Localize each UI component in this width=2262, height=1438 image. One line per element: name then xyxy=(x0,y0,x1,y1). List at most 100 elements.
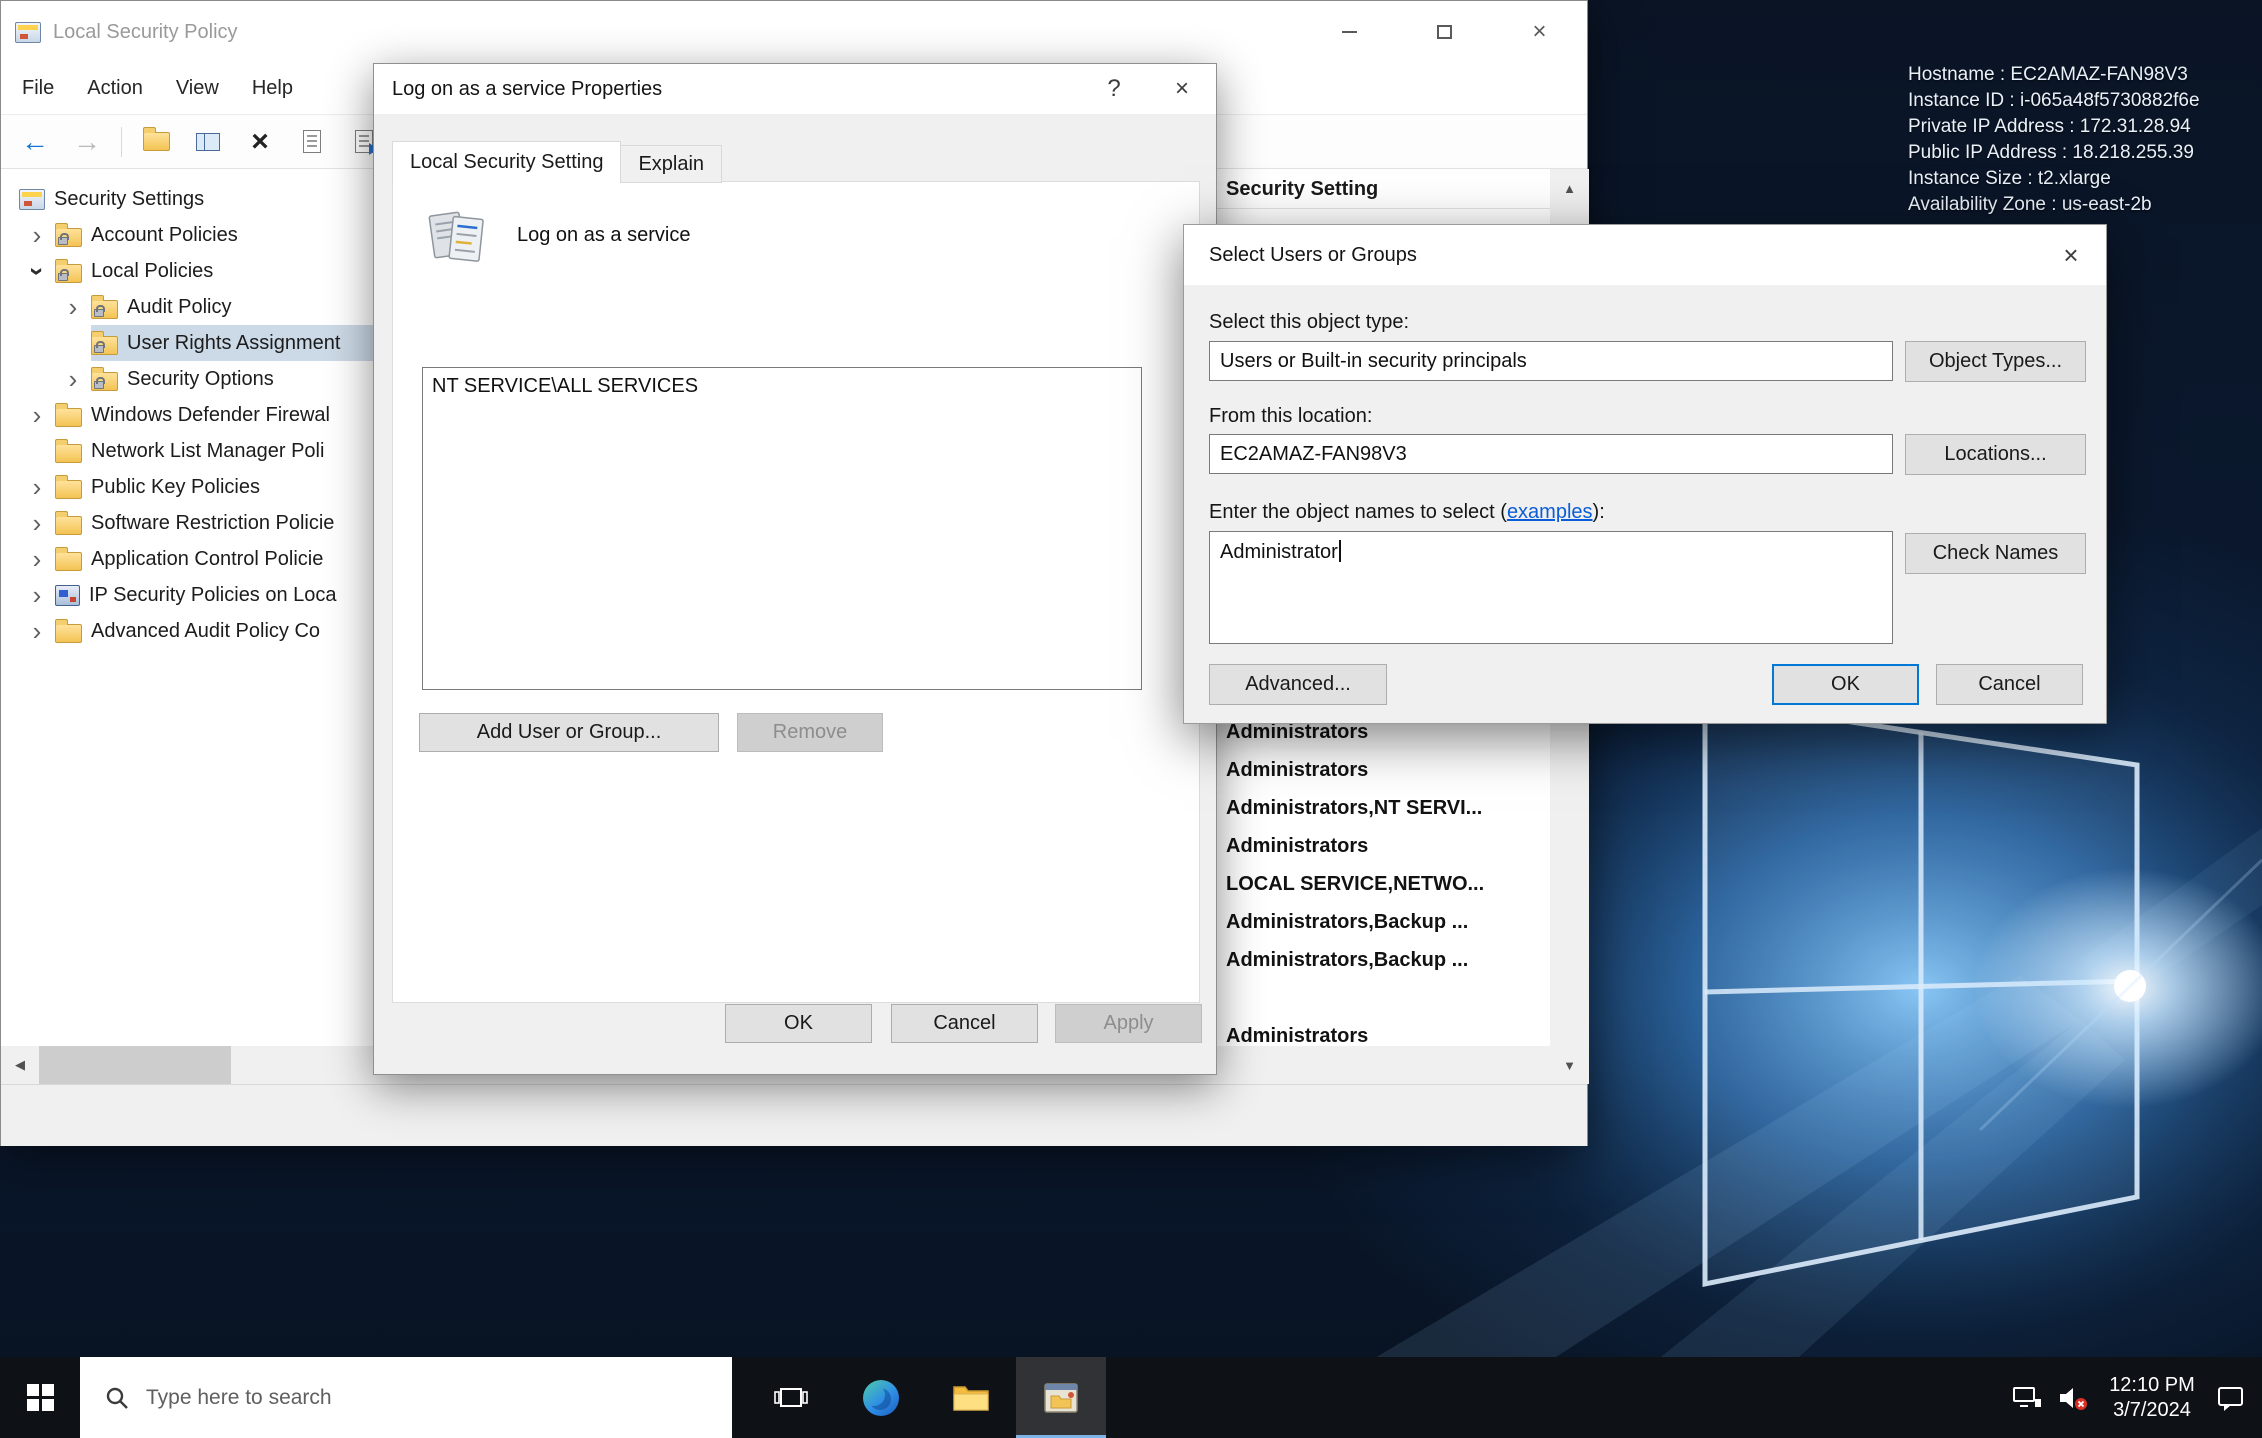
scroll-up-button[interactable]: ▲ xyxy=(1550,169,1589,207)
advanced-button[interactable]: Advanced... xyxy=(1209,664,1387,705)
list-item[interactable]: LOCAL SERVICE,NETWO... xyxy=(1226,865,1484,903)
cancel-button[interactable]: Cancel xyxy=(891,1004,1038,1043)
menu-view[interactable]: View xyxy=(164,77,231,100)
ok-button[interactable]: OK xyxy=(725,1004,872,1043)
dialog-title: Select Users or Groups xyxy=(1209,244,1417,267)
add-user-or-group-button[interactable]: Add User or Group... xyxy=(419,713,719,752)
tree-item-local-policies[interactable]: › Local Policies xyxy=(1,253,374,289)
column-header-security-setting[interactable]: Security Setting xyxy=(1226,169,1378,209)
tree-item-windows-defender-firewall[interactable]: › Windows Defender Firewal xyxy=(1,397,374,433)
tree-item-advanced-audit-policy[interactable]: › Advanced Audit Policy Co xyxy=(1,613,374,649)
tab-explain[interactable]: Explain xyxy=(621,145,722,183)
list-item[interactable]: Administrators xyxy=(1226,827,1484,865)
tree-item-application-control[interactable]: › Application Control Policie xyxy=(1,541,374,577)
taskbar-search-box[interactable] xyxy=(80,1357,732,1438)
chevron-right-icon[interactable]: › xyxy=(55,364,91,395)
tree-item-user-rights-assignment[interactable]: User Rights Assignment xyxy=(1,325,374,361)
chevron-right-icon[interactable]: › xyxy=(19,544,55,575)
forward-icon: → xyxy=(73,126,101,158)
dialog-title-bar[interactable]: Select Users or Groups × xyxy=(1184,225,2106,285)
task-view-button[interactable] xyxy=(746,1357,836,1438)
close-button[interactable]: × xyxy=(1148,64,1216,114)
from-location-label: From this location: xyxy=(1209,405,1372,428)
maximize-icon xyxy=(1437,25,1452,39)
scrollbar-thumb[interactable] xyxy=(39,1046,231,1084)
scroll-down-button[interactable]: ▼ xyxy=(1550,1046,1589,1084)
help-button[interactable]: ? xyxy=(1080,64,1148,114)
search-icon xyxy=(104,1385,130,1411)
instance-info-line: Availability Zone : us-east-2b xyxy=(1908,192,2200,218)
examples-link[interactable]: examples xyxy=(1507,501,1593,523)
tree-item-audit-policy[interactable]: › Audit Policy xyxy=(1,289,374,325)
folder-icon xyxy=(55,624,82,643)
object-names-label-text: Enter the object names to select ( xyxy=(1209,501,1507,523)
chevron-right-icon[interactable]: › xyxy=(19,400,55,431)
list-item[interactable]: Administrators,NT SERVI... xyxy=(1226,789,1484,827)
chevron-right-icon[interactable]: › xyxy=(19,508,55,539)
tree-horizontal-scrollbar[interactable]: ◀ xyxy=(1,1046,374,1084)
edge-taskbar-button[interactable] xyxy=(836,1357,926,1438)
assigned-entries-listbox[interactable]: NT SERVICE\ALL SERVICES xyxy=(422,367,1142,690)
menu-help[interactable]: Help xyxy=(240,77,305,100)
menu-file[interactable]: File xyxy=(10,77,66,100)
tree-item-software-restriction[interactable]: › Software Restriction Policie xyxy=(1,505,374,541)
properties-button[interactable] xyxy=(294,122,330,162)
delete-button[interactable]: × xyxy=(242,122,278,162)
tree-item-network-list-manager[interactable]: Network List Manager Poli xyxy=(1,433,374,469)
ok-button[interactable]: OK xyxy=(1772,664,1919,705)
close-button[interactable]: × xyxy=(2036,225,2106,285)
action-center-button[interactable] xyxy=(2208,1357,2254,1438)
folder-toolbar-button[interactable] xyxy=(138,122,174,162)
search-input[interactable] xyxy=(146,1386,586,1410)
list-item[interactable]: Administrators xyxy=(1226,751,1484,789)
minimize-button[interactable] xyxy=(1302,1,1397,63)
dialog-title-bar[interactable]: Log on as a service Properties ? × xyxy=(374,64,1216,114)
object-type-field[interactable]: Users or Built-in security principals xyxy=(1209,341,1893,381)
taskbar-clock[interactable]: 12:10 PM 3/7/2024 xyxy=(2096,1373,2208,1423)
chevron-right-icon[interactable]: › xyxy=(19,220,55,251)
check-names-button[interactable]: Check Names xyxy=(1905,533,2086,574)
title-bar[interactable]: Local Security Policy × xyxy=(1,1,1587,63)
back-button[interactable]: ← xyxy=(17,122,53,162)
text-caret xyxy=(1339,540,1341,562)
system-tray: 12:10 PM 3/7/2024 xyxy=(2004,1357,2262,1438)
back-icon: ← xyxy=(21,126,49,158)
object-names-value: Administrator xyxy=(1220,541,1338,563)
local-security-policy-taskbar-button[interactable] xyxy=(1016,1357,1106,1438)
instance-info-line: Public IP Address : 18.218.255.39 xyxy=(1908,140,2200,166)
show-console-tree-button[interactable] xyxy=(190,122,226,162)
chevron-right-icon[interactable]: › xyxy=(19,472,55,503)
chevron-right-icon[interactable]: › xyxy=(19,616,55,647)
close-button[interactable]: × xyxy=(1492,1,1587,63)
network-tray-button[interactable] xyxy=(2004,1357,2050,1438)
chevron-right-icon[interactable]: › xyxy=(55,292,91,323)
tree-item-public-key-policies[interactable]: › Public Key Policies xyxy=(1,469,374,505)
tree-item-ip-security-policies[interactable]: › IP Security Policies on Loca xyxy=(1,577,374,613)
edge-icon xyxy=(863,1380,899,1416)
entry-item[interactable]: NT SERVICE\ALL SERVICES xyxy=(432,375,1132,398)
menu-action[interactable]: Action xyxy=(75,77,155,100)
maximize-button[interactable] xyxy=(1397,1,1492,63)
tree-item-account-policies[interactable]: › Account Policies xyxy=(1,217,374,253)
list-item[interactable]: Administrators,Backup ... xyxy=(1226,941,1484,979)
tree-item-security-options[interactable]: › Security Options xyxy=(1,361,374,397)
tree-item-security-settings[interactable]: Security Settings xyxy=(1,181,374,217)
cancel-button[interactable]: Cancel xyxy=(1936,664,2083,705)
object-types-button[interactable]: Object Types... xyxy=(1905,341,2086,382)
object-names-input[interactable]: Administrator xyxy=(1209,531,1893,644)
list-item[interactable] xyxy=(1226,979,1484,1017)
chevron-right-icon[interactable]: › xyxy=(19,580,55,611)
start-button[interactable] xyxy=(0,1357,80,1438)
locations-button[interactable]: Locations... xyxy=(1905,434,2086,475)
folder-lock-icon xyxy=(91,372,118,391)
export-list-icon xyxy=(355,130,373,153)
down-arrow-icon: ▼ xyxy=(1563,1058,1576,1073)
tab-local-security-setting[interactable]: Local Security Setting xyxy=(392,141,621,183)
scroll-left-button[interactable]: ◀ xyxy=(1,1046,39,1084)
forward-button[interactable]: → xyxy=(69,122,105,162)
location-field[interactable]: EC2AMAZ-FAN98V3 xyxy=(1209,434,1893,474)
chevron-down-icon[interactable]: › xyxy=(19,256,55,287)
file-explorer-taskbar-button[interactable] xyxy=(926,1357,1016,1438)
volume-tray-button[interactable] xyxy=(2050,1357,2096,1438)
list-item[interactable]: Administrators,Backup ... xyxy=(1226,903,1484,941)
